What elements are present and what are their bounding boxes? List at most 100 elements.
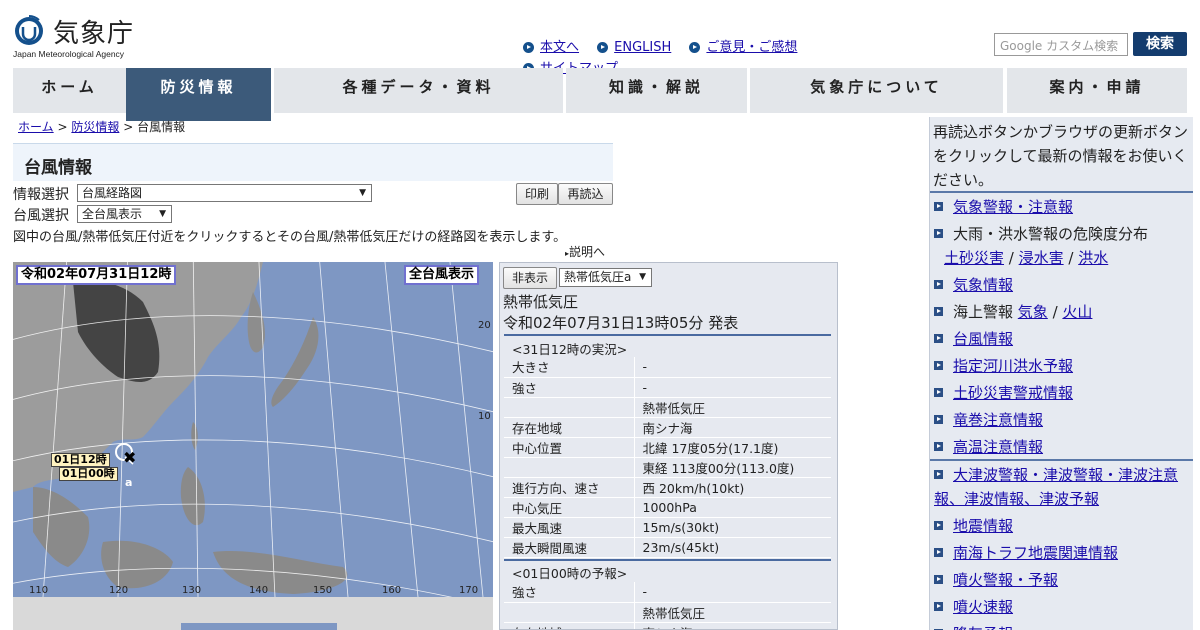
breadcrumb-home[interactable]: ホーム [18,120,54,134]
lon-label: 150 [313,585,333,596]
sidebar-item[interactable]: 海上警報 気象 / 火山 [934,300,1190,324]
page-title: 台風情報 [24,158,92,178]
row-key: 最大風速 [504,517,635,538]
sidebar-item-label[interactable]: 南海トラフ地震関連情報 [953,544,1118,562]
lon-label: 160 [382,585,402,596]
sidebar-item-label: 大雨・洪水警報の危険度分布 [953,225,1149,243]
search-button[interactable]: 検索 [1133,32,1187,56]
nav-about[interactable]: 気象庁について [750,68,1003,113]
sidebar-item-label[interactable]: 竜巻注意情報 [953,411,1043,429]
sidebar-item[interactable]: 気象情報 [934,273,1190,297]
search-input[interactable]: Google カスタム検索 [994,33,1128,56]
table-row: 強さ - [504,377,831,398]
map-timestamp-label: 令和02年07月31日12時 [16,265,177,285]
row-value: - [634,377,831,398]
sidebar-item-label[interactable]: 地震情報 [953,517,1013,535]
skip-to-content-link[interactable]: 本文へ [523,38,579,57]
jma-logo-icon[interactable] [13,14,45,46]
row-key: 存在地域 [504,622,635,629]
marine-sub-link[interactable]: 火山 [1062,303,1092,321]
risk-sub-link[interactable]: 洪水 [1078,249,1108,267]
storm-select[interactable]: 熱帯低気圧a ▼ [559,268,652,287]
storm-detail-panel: 非表示 熱帯低気圧a ▼ 熱帯低気圧 令和02年07月31日13時05分 発表 <… [499,262,838,630]
feedback-link[interactable]: ご意見・ご感想 [689,38,797,57]
table-row: 存在地域南シナ海 [504,417,831,438]
logo-title[interactable]: 気象庁 [53,13,134,50]
sidebar-intro: 再読込ボタンかブラウザの更新ボタンをクリックして最新の情報をお使いください。 [933,123,1189,189]
sidebar-item-label[interactable]: 土砂災害警戒情報 [953,384,1073,402]
sidebar-item[interactable]: 大津波警報・津波警報・津波注意報、津波情報、津波予報 [934,463,1190,511]
dropdown-arrow-icon: ▼ [159,209,166,219]
sidebar-divider [930,459,1193,461]
sidebar-item[interactable]: 高温注意情報 [934,435,1190,459]
map-all-label: 全台風表示 [404,265,480,285]
sidebar-item[interactable]: 噴火警報・予報 [934,568,1190,592]
sidebar-item-label[interactable]: 大津波警報・津波警報・津波注意報、津波情報、津波予報 [934,466,1178,508]
storm-position-icon[interactable]: ✖ [123,450,136,466]
logo-subtitle: Japan Meteorological Agency [13,49,125,59]
arrow-square-icon [934,334,943,343]
arrow-square-icon [934,521,943,530]
sidebar-item-label[interactable]: 指定河川洪水予報 [953,357,1073,375]
sidebar-item[interactable]: 竜巻注意情報 [934,408,1190,432]
sidebar-item[interactable]: 気象警報・注意報 [934,195,1190,219]
map-secondary-area [13,597,493,630]
sidebar-item[interactable]: 台風情報 [934,327,1190,351]
table-row: 強さ - [504,582,831,603]
typhoon-select[interactable]: 全台風表示 ▼ [77,205,172,223]
risk-sub-link[interactable]: 土砂災害 [944,249,1004,267]
risk-sub-link[interactable]: 浸水害 [1019,249,1064,267]
row-key: 中心位置 [504,437,635,458]
table-row: 最大風速 15m/s(30kt) [504,517,831,538]
marine-sub-link[interactable]: 気象 [1018,303,1048,321]
sidebar-item[interactable]: 地震情報 [934,514,1190,538]
dropdown-arrow-icon: ▼ [359,188,366,198]
sidebar-item-label: 海上警報 [953,303,1014,321]
sidebar-item[interactable]: 大雨・洪水警報の危険度分布 土砂災害 / 浸水害 / 洪水 [934,222,1190,270]
info-select-label: 情報選択 [13,187,69,203]
table-row: 東経 113度00分(113.0度) [504,457,831,478]
arrow-square-icon [934,442,943,451]
row-key: 進行方向、速さ [504,477,635,498]
explain-link[interactable]: ▸説明へ [565,243,605,260]
print-button[interactable]: 印刷 [516,183,558,205]
typhoon-track-map[interactable]: a 令和02年07月31日12時 全台風表示 01日12時 01日00時 ✖ 1… [13,262,493,597]
sidebar-item-label[interactable]: 気象情報 [953,276,1013,294]
arrow-square-icon [934,548,943,557]
sidebar-item[interactable]: 南海トラフ地震関連情報 [934,541,1190,565]
row-value: 南シナ海 [634,417,831,438]
row-key: 最大瞬間風速 [504,537,635,558]
breadcrumb-bosai[interactable]: 防災情報 [71,120,119,134]
row-value: 熱帯低気圧 [634,397,831,418]
sidebar-item-label[interactable]: 高温注意情報 [953,438,1043,456]
english-link[interactable]: ENGLISH [597,38,671,57]
info-select[interactable]: 台風経路図 ▼ [77,184,372,202]
sidebar-item-label[interactable]: 台風情報 [953,330,1013,348]
sidebar-item-label[interactable]: 噴火速報 [953,598,1013,616]
nav-knowledge[interactable]: 知識・解説 [566,68,747,113]
sidebar-item[interactable]: 土砂災害警戒情報 [934,381,1190,405]
row-value: 23m/s(45kt) [634,537,831,558]
sidebar-item-label[interactable]: 噴火警報・予報 [953,571,1058,589]
lon-label: 130 [182,585,202,596]
storm-letter-label: a [125,476,132,489]
sidebar-item-label[interactable]: 降灰予報 [953,625,1013,630]
sidebar-item[interactable]: 降灰予報 [934,622,1190,630]
sidebar-item[interactable]: 噴火速報 [934,595,1190,619]
slash-separator: / [1047,303,1063,321]
arrow-square-icon [934,388,943,397]
row-value: 東経 113度00分(113.0度) [634,457,831,478]
sidebar-item[interactable]: 指定河川洪水予報 [934,354,1190,378]
right-sidebar: 再読込ボタンかブラウザの更新ボタンをクリックして最新の情報をお使いください。 気… [929,117,1193,630]
actual-section-heading: <31日12時の実況> [512,342,628,357]
nav-data[interactable]: 各種データ・資料 [274,68,563,113]
nav-bosai[interactable]: 防災情報 [126,68,271,121]
lon-label: 140 [249,585,269,596]
dropdown-arrow-icon: ▼ [639,272,646,282]
hide-button[interactable]: 非表示 [503,267,557,289]
table-row: 熱帯低気圧 [504,397,831,418]
reload-button[interactable]: 再読込 [558,183,613,205]
nav-home[interactable]: ホーム [13,68,126,113]
nav-guide[interactable]: 案内・申請 [1007,68,1187,113]
sidebar-item-label[interactable]: 気象警報・注意報 [953,198,1073,216]
